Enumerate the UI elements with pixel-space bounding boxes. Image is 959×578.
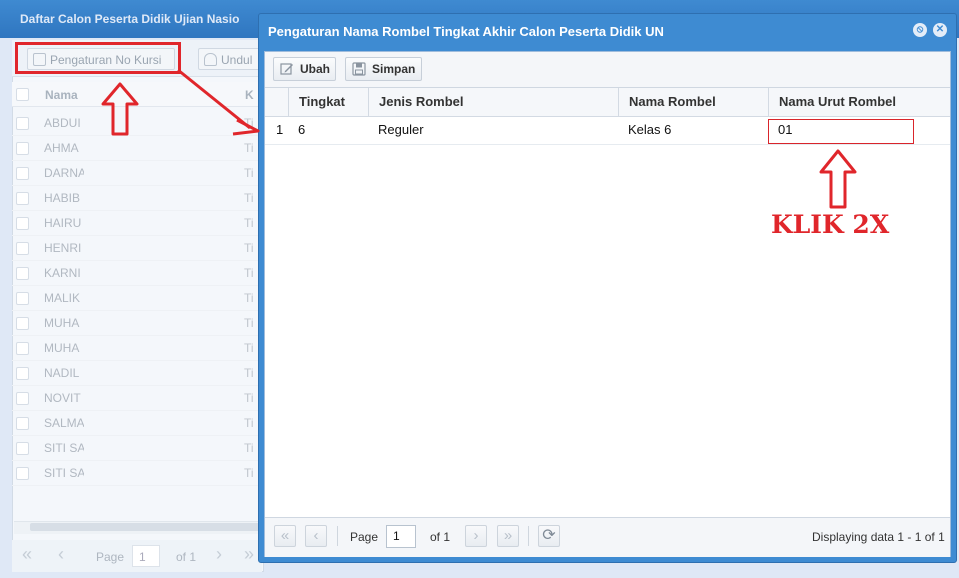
pointer-line — [177, 68, 251, 130]
right-arrow-icon — [232, 118, 260, 136]
up-arrow-icon — [819, 149, 857, 209]
klik-2x-annotation: KLIK 2X — [771, 210, 890, 239]
annotation-arrows — [101, 68, 857, 209]
up-arrow-icon — [101, 82, 139, 136]
